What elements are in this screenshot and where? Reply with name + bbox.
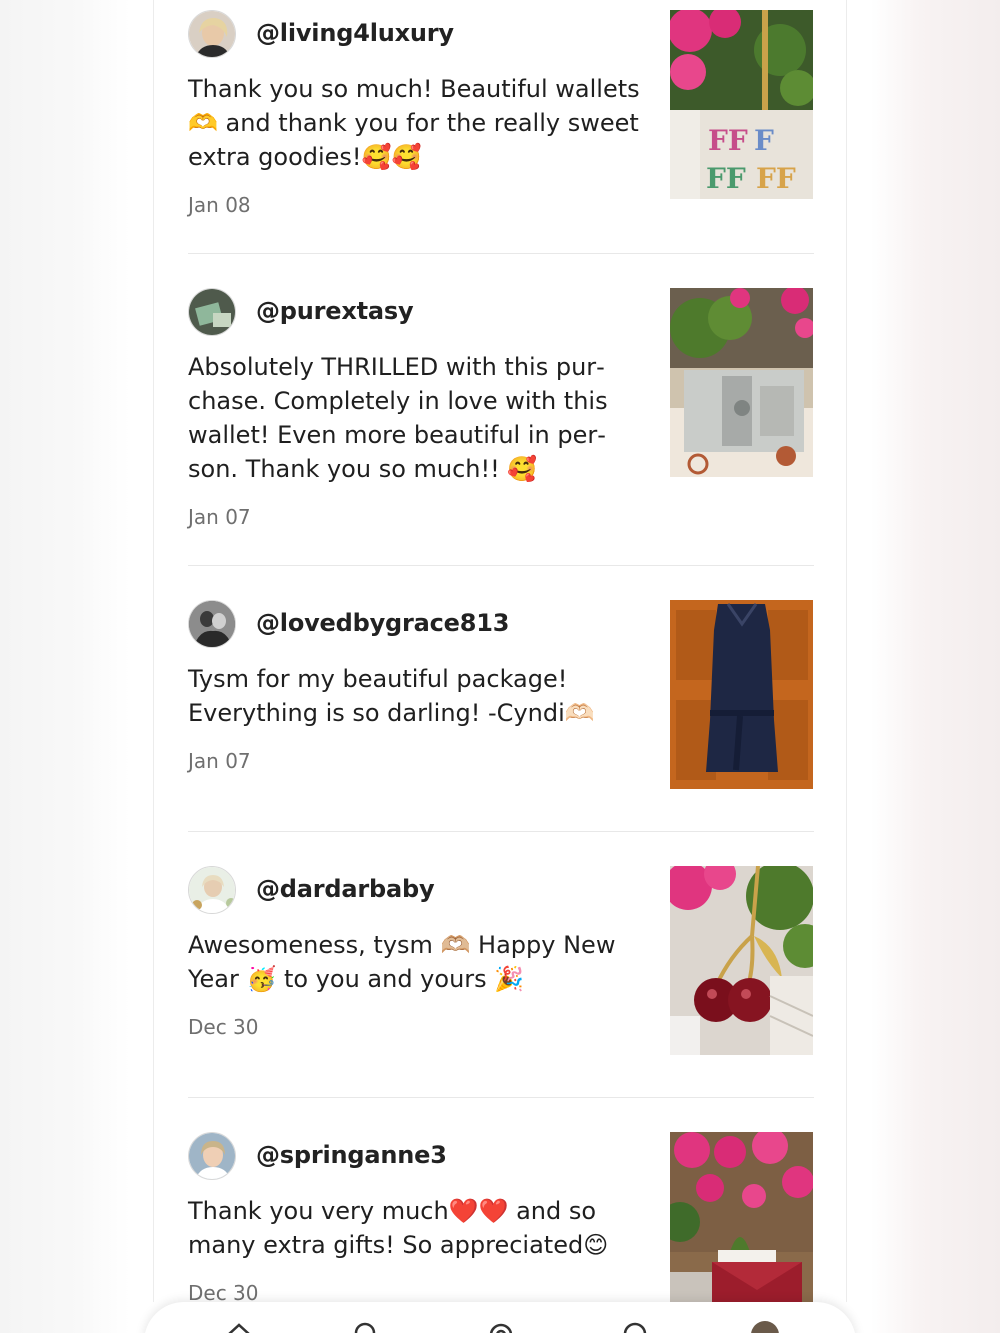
review-text: Thank you so much! Beautiful wallets 🫶 a…: [188, 72, 646, 222]
review-text: Tysm for my beautiful package! Everythin…: [188, 662, 646, 778]
review-date: Dec 30: [188, 1015, 259, 1039]
home-icon[interactable]: [224, 1320, 254, 1333]
profile-avatar-icon[interactable]: [750, 1320, 780, 1333]
avatar[interactable]: [188, 10, 236, 58]
svg-text:FF: FF: [756, 162, 796, 195]
review-date: Jan 08: [188, 193, 251, 217]
review-text: Thank you very much❤️❤️ and so many extr…: [188, 1194, 646, 1302]
review-date: Jan 07: [188, 505, 251, 529]
username[interactable]: @living4luxury: [256, 19, 454, 47]
avatar[interactable]: [188, 600, 236, 648]
review-text: Absolutely THRILLED with this pur­chase.…: [188, 350, 646, 534]
svg-text:F: F: [754, 124, 774, 157]
review-photo[interactable]: [670, 866, 813, 1055]
review-photo[interactable]: FF F FF FF: [670, 10, 813, 199]
username[interactable]: @purextasy: [256, 297, 414, 325]
username[interactable]: @springanne3: [256, 1141, 447, 1169]
review-date: Jan 07: [188, 749, 251, 773]
avatar[interactable]: [188, 1132, 236, 1180]
sell-icon[interactable]: [486, 1320, 516, 1333]
avatar[interactable]: [188, 866, 236, 914]
divider: [188, 565, 814, 566]
divider: [188, 831, 814, 832]
avatar[interactable]: [188, 288, 236, 336]
divider: [188, 253, 814, 254]
review-photo[interactable]: [670, 288, 813, 477]
review-photo[interactable]: [670, 1132, 813, 1302]
svg-text:FF: FF: [708, 124, 748, 157]
review-photo[interactable]: [670, 600, 813, 789]
review-date: Dec 30: [188, 1281, 259, 1302]
username[interactable]: @dardarbaby: [256, 875, 435, 903]
app-screen: @living4luxury Thank you so much! Beauti…: [128, 0, 872, 1333]
review-text: Awesomeness, tysm 🫶🏼 Happy New Year 🥳 to…: [188, 928, 646, 1044]
love-notes-feed[interactable]: @living4luxury Thank you so much! Beauti…: [153, 0, 847, 1302]
news-icon[interactable]: [620, 1320, 650, 1333]
divider: [188, 1097, 814, 1098]
bottom-navigation: [144, 1302, 856, 1333]
username[interactable]: @lovedbygrace813: [256, 609, 509, 637]
svg-text:FF: FF: [706, 162, 746, 195]
search-icon[interactable]: [352, 1320, 382, 1333]
